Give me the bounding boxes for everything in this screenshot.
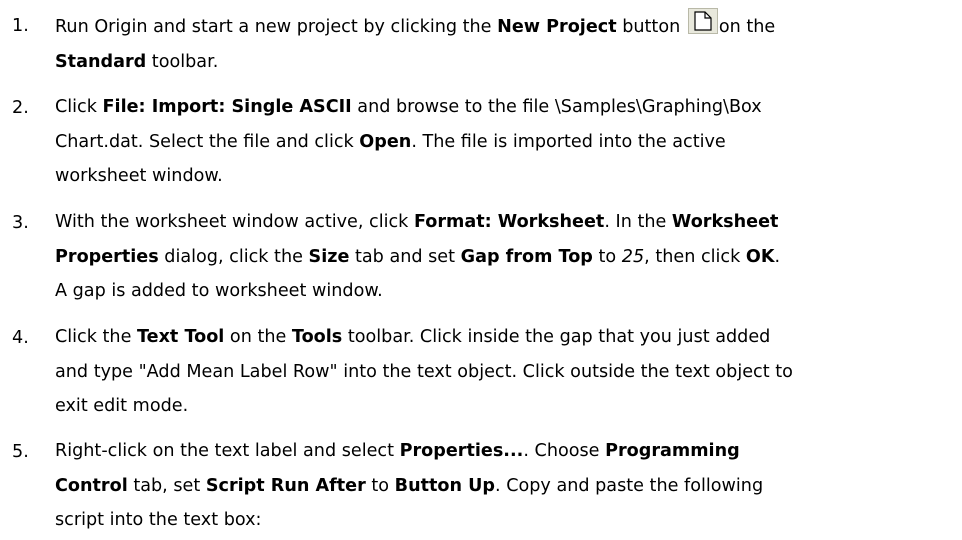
bold-term: Tools (291, 327, 343, 347)
bold-term: Gap from Top (460, 246, 593, 267)
text-run: , then click (644, 246, 746, 267)
text-line: Standard toolbar. (55, 45, 954, 80)
bold-term: Button Up (394, 475, 496, 496)
text-run: script into the text box: (55, 510, 262, 530)
bold-term: New Project (497, 17, 617, 37)
step-number: 1. (12, 16, 29, 36)
text-line: and type "Add Mean Label Row" into the t… (55, 355, 954, 390)
step-text: Click File: Import: Single ASCII and bro… (55, 90, 954, 194)
text-run: to (365, 475, 395, 496)
bold-term: Control (55, 475, 128, 496)
text-run: toolbar. (146, 51, 219, 72)
text-run: Click (55, 97, 103, 117)
bold-term: Properties (55, 246, 159, 267)
bold-term: File: Import: Single ASCII (102, 97, 352, 117)
step-text: Click the Text Tool on the Tools toolbar… (55, 320, 954, 424)
text-line: Run Origin and start a new project by cl… (55, 8, 954, 45)
text-run: tab and set (349, 246, 461, 267)
text-line: A gap is added to worksheet window. (55, 274, 954, 309)
step-number: 3. (12, 213, 29, 233)
bold-term: Format: Worksheet (413, 212, 605, 232)
text-run: to (592, 246, 622, 267)
text-run: . Choose (523, 441, 606, 461)
text-run: . In the (604, 212, 672, 232)
text-line: With the worksheet window active, click … (55, 205, 954, 240)
text-run: dialog, click the (158, 246, 309, 267)
bold-term: Text Tool (136, 327, 225, 347)
bold-term: Script Run After (205, 475, 366, 496)
text-run: toolbar. Click inside the gap that you j… (342, 327, 771, 347)
step-text: With the worksheet window active, click … (55, 205, 954, 309)
bold-term: Programming (605, 441, 740, 461)
text-run: tab, set (127, 475, 206, 496)
text-run: button (616, 17, 686, 37)
text-line: Click File: Import: Single ASCII and bro… (55, 90, 954, 125)
text-run: A gap is added to worksheet window. (55, 281, 383, 301)
text-run: . The file is imported into the active (411, 131, 726, 152)
text-run: Chart.dat. Select the file and click (55, 131, 360, 152)
text-line: Right-click on the text label and select… (55, 434, 954, 469)
step-number: 2. (12, 98, 29, 118)
text-run: With the worksheet window active, click (55, 212, 414, 232)
text-line: Click the Text Tool on the Tools toolbar… (55, 320, 954, 355)
text-line: Chart.dat. Select the file and click Ope… (55, 125, 954, 160)
step-text: Right-click on the text label and select… (55, 434, 954, 538)
step-text: Run Origin and start a new project by cl… (55, 8, 954, 79)
text-run: Run Origin and start a new project by cl… (55, 17, 498, 37)
bold-term: Properties... (399, 441, 524, 461)
text-line: Control tab, set Script Run After to But… (55, 469, 954, 504)
text-line: script into the text box: (55, 503, 954, 538)
step-number: 5. (12, 442, 29, 462)
text-run: and browse to the file \Samples\Graphing… (351, 97, 762, 117)
text-run: worksheet window. (55, 166, 223, 186)
text-run: and type "Add Mean Label Row" into the t… (55, 361, 793, 382)
bold-term: Size (308, 246, 350, 267)
bold-term: Standard (55, 51, 147, 72)
text-run: Right-click on the text label and select (55, 441, 400, 461)
bold-term: Open (359, 131, 412, 152)
text-run: . (774, 246, 781, 267)
text-run: on the (718, 17, 776, 37)
bold-term: Worksheet (671, 212, 779, 232)
text-run: exit edit mode. (55, 396, 189, 416)
text-line: exit edit mode. (55, 389, 954, 424)
text-line: Properties dialog, click the Size tab an… (55, 240, 954, 275)
italic-value: 25 (621, 246, 645, 267)
text-run: on the (224, 327, 292, 347)
bold-term: OK (745, 246, 775, 267)
new-project-icon[interactable] (687, 8, 718, 34)
text-line: worksheet window. (55, 159, 954, 194)
text-run: Click the (55, 327, 137, 347)
instruction-steps: 1. Run Origin and start a new project by… (0, 0, 962, 540)
text-run: . Copy and paste the following (495, 475, 764, 496)
step-number: 4. (12, 328, 29, 348)
